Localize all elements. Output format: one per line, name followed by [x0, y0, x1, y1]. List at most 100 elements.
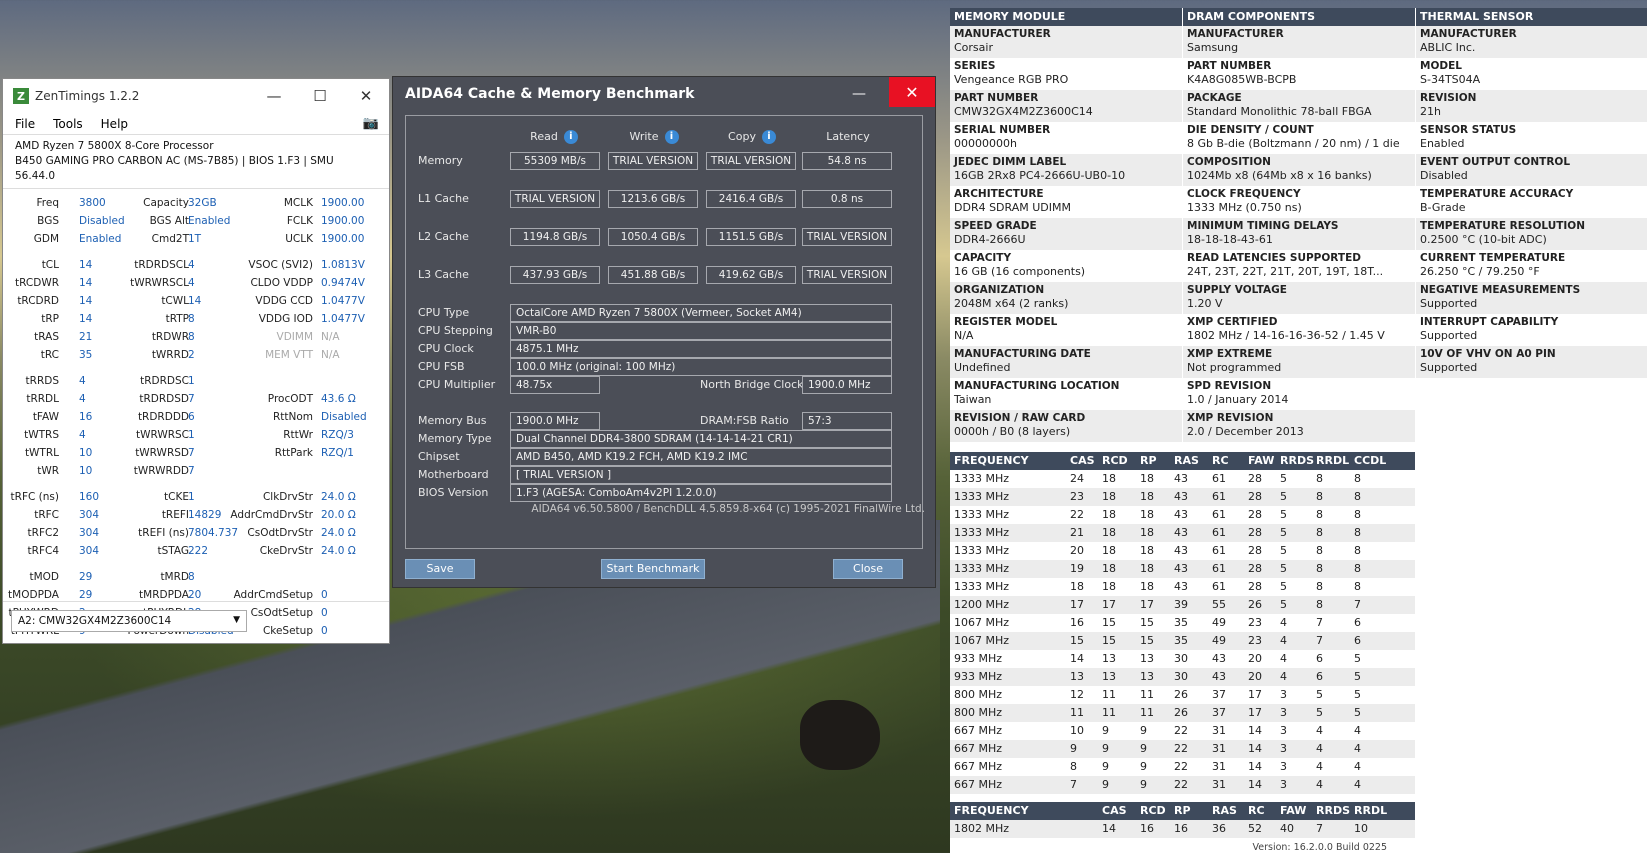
timing-label: VSOC (SVI2) [248, 259, 313, 271]
table-cell: 7 [1316, 616, 1323, 629]
info-icon[interactable]: i [563, 130, 578, 144]
spd-field-key: MANUFACTURER [1420, 28, 1517, 40]
close-button[interactable]: ✕ [343, 79, 389, 113]
spd-field: XMP CERTIFIED 1802 MHz / 14-16-16-36-52 /… [1183, 314, 1415, 346]
table-cell: 5 [1280, 490, 1287, 503]
table-header-cell: RP [1174, 804, 1191, 817]
timing-label: tMODPDA [8, 589, 59, 601]
timing-label: tMRD [160, 571, 189, 583]
timing-label: ClkDrvStr [262, 491, 313, 503]
table-cell: 9 [1140, 724, 1147, 737]
menu-tools[interactable]: Tools [53, 117, 83, 131]
table-cell: 43 [1174, 508, 1188, 521]
timing-value: 4 [79, 429, 86, 441]
table-cell: 26 [1248, 598, 1262, 611]
table-row: 667 MHz 10 9 9 22 31 14 3 4 4 [950, 722, 1415, 740]
motherboard-label: Motherboard [418, 468, 489, 481]
table-cell: 1333 MHz [954, 508, 1010, 521]
zentimings-window: Z ZenTimings 1.2.2 — ☐ ✕ File Tools Help… [2, 78, 390, 644]
table-cell: 49 [1212, 616, 1226, 629]
spd-field: DIE DENSITY / COUNT 8 Gb B-die (Boltzmann… [1183, 122, 1415, 154]
table-row: 1067 MHz 15 15 15 35 49 23 4 7 6 [950, 632, 1415, 650]
table-cell: 3 [1280, 688, 1287, 701]
table-cell: 1333 MHz [954, 562, 1010, 575]
dimm-select[interactable]: A2: CMW32GX4M2Z3600C14 ▼ [11, 610, 247, 632]
table-cell: 5 [1354, 652, 1361, 665]
timing-label: tCWL [161, 295, 189, 307]
table-cell: 17 [1248, 688, 1262, 701]
start-benchmark-button[interactable]: Start Benchmark [601, 559, 705, 579]
table-header-cell: RRDS [1280, 454, 1314, 467]
timing-label: ProcODT [267, 393, 313, 405]
close-button[interactable]: Close [833, 559, 903, 579]
info-icon[interactable]: i [761, 130, 776, 144]
spd-field-value: ABLIC Inc. [1420, 41, 1476, 54]
menu-help[interactable]: Help [101, 117, 128, 131]
timing-value: 304 [79, 527, 100, 539]
table-row: 933 MHz 14 13 13 30 43 20 4 6 5 [950, 650, 1415, 668]
bench-value: 55309 MB/s [510, 152, 600, 170]
timing-label: tMRDPDA [139, 589, 189, 601]
spd-field-key: CURRENT TEMPERATURE [1420, 252, 1566, 264]
table-cell: 61 [1212, 580, 1226, 593]
timing-label: tWTRL [24, 447, 59, 459]
timing-label: tREFI (ns) [138, 527, 189, 539]
table-cell: 18 [1140, 472, 1154, 485]
table-cell: 35 [1174, 616, 1188, 629]
table-cell: 18 [1140, 562, 1154, 575]
timing-value: N/A [321, 349, 340, 361]
timing-value: 4 [79, 393, 86, 405]
bench-value: 451.88 GB/s [608, 266, 698, 284]
nb-clock-label: North Bridge Clock [700, 378, 804, 391]
minimize-button[interactable]: — [251, 79, 297, 113]
spd-field-key: NEGATIVE MEASUREMENTS [1420, 284, 1581, 296]
spd-field-value: Undefined [954, 361, 1011, 374]
spd-field-key: MANUFACTURING DATE [954, 348, 1091, 360]
table-cell: 9 [1102, 724, 1109, 737]
timing-label: VDIMM [276, 331, 313, 343]
table-cell: 4 [1316, 778, 1323, 791]
timing-value: 2 [188, 349, 195, 361]
spd-field: ARCHITECTURE DDR4 SDRAM UDIMM [950, 186, 1182, 218]
table-row: 1333 MHz 21 18 18 43 61 28 5 8 8 [950, 524, 1415, 542]
memory-module-column: MEMORY MODULE MANUFACTURER Corsair SERIES Ve… [950, 8, 1182, 442]
spd-field-key: PACKAGE [1187, 92, 1242, 104]
timing-row: tRCDWR 14 tWRWRSCL 4 CLDO VDDP 0.9474V [3, 275, 389, 293]
table-cell: 18 [1102, 562, 1116, 575]
timing-label: MEM VTT [265, 349, 313, 361]
table-cell: 11 [1140, 688, 1154, 701]
table-cell: 31 [1212, 778, 1226, 791]
zt-footer: A2: CMW32GX4M2Z3600C14 ▼ [3, 601, 389, 643]
spd-field-value: 0.2500 °C (10-bit ADC) [1420, 233, 1547, 246]
timing-label: tWR [37, 465, 59, 477]
timing-row: tRCDRD 14 tCWL 14 VDDG CCD 1.0477V [3, 293, 389, 311]
info-icon[interactable]: i [664, 130, 679, 144]
timing-label: tRDWR [151, 331, 189, 343]
table-cell: 4 [1280, 652, 1287, 665]
bios-version-label: BIOS Version [418, 486, 489, 499]
save-button[interactable]: Save [405, 559, 475, 579]
table-cell: 18 [1140, 490, 1154, 503]
timing-value: 0.9474V [321, 277, 365, 289]
timing-value: 29 [79, 571, 93, 583]
camera-icon[interactable]: 📷 [363, 116, 379, 131]
aida-close-x-button[interactable]: ✕ [889, 77, 935, 107]
spd-field: MODEL S-34TS04A [1416, 58, 1647, 90]
table-cell: 8 [1316, 508, 1323, 521]
table-header-cell: RP [1140, 454, 1157, 467]
spd-field: SPD REVISION 1.0 / January 2014 [1183, 378, 1415, 410]
table-cell: 3 [1280, 778, 1287, 791]
bench-value: 1050.4 GB/s [608, 228, 698, 246]
spd-field-key: SERIAL NUMBER [954, 124, 1051, 136]
table-cell: 15 [1070, 634, 1084, 647]
menu-file[interactable]: File [15, 117, 35, 131]
table-cell: 8 [1354, 472, 1361, 485]
maximize-button[interactable]: ☐ [297, 79, 343, 113]
spd-field-value: DDR4-2666U [954, 233, 1026, 246]
spd-field: XMP REVISION 2.0 / December 2013 [1183, 410, 1415, 442]
bench-row-label: L1 Cache [418, 192, 469, 205]
timing-label: RttPark [274, 447, 313, 459]
timing-value: 1T [188, 233, 202, 245]
aida-minimize-button[interactable]: — [839, 77, 879, 111]
table-cell: 9 [1102, 742, 1109, 755]
